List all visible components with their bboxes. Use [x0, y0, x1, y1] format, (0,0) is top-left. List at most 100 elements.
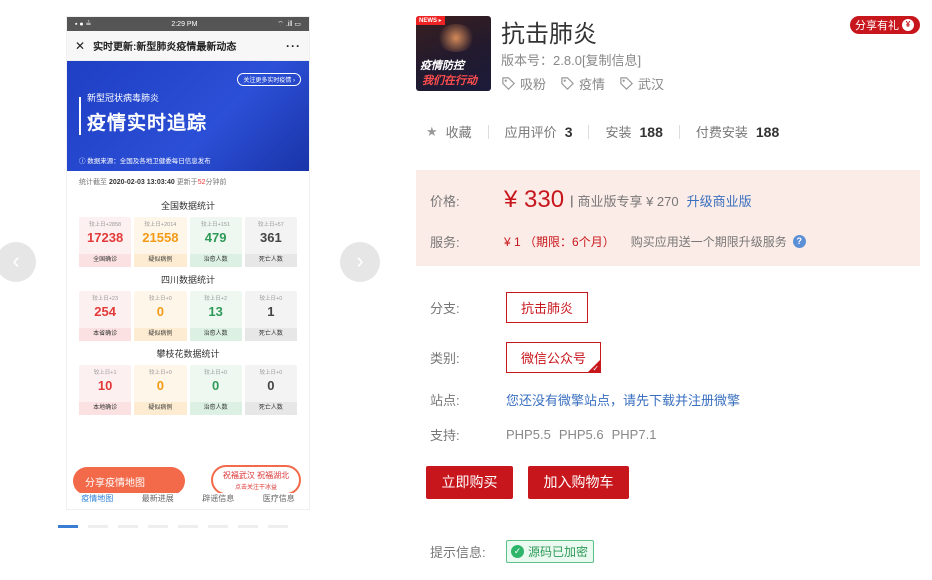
divider: [588, 124, 590, 139]
category-option-label: 微信公众号: [521, 351, 587, 366]
service-description: 购买应用送一个期限升级服务: [630, 235, 787, 249]
stat-value: 0: [156, 378, 164, 393]
stats-section-title: 全国数据统计: [160, 201, 215, 211]
update-stamp: 统计截至 2020-02-03 13:03:40 更新于52分钟前: [67, 171, 309, 193]
service-row: 服务: ¥ 1 （期限：6个月） 购买应用送一个期限升级服务 ?: [430, 232, 806, 251]
site-label: 站点:: [430, 393, 460, 408]
support-row: 支持: PHP5.5 PHP5.6 PHP7.1: [430, 425, 664, 444]
divider: [678, 124, 680, 139]
star-icon[interactable]: ★: [426, 124, 438, 140]
stat-card: 较上日+57 361 死亡人数: [244, 217, 297, 267]
stat-label: 治愈人数: [189, 328, 242, 341]
service-price: ¥ 1 （期限：6个月）: [504, 235, 615, 249]
stat-delta: 较上日+0: [148, 296, 172, 302]
stat-delta: 较上日+1: [93, 370, 117, 376]
site-row: 站点: 您还没有微擎站点，请先下载并注册微擎: [430, 390, 740, 409]
stamp-time: 2020-02-03 13:03:40: [108, 179, 175, 186]
app-icon: NEWS ▸ 疫情防控 我们在行动: [416, 16, 491, 91]
share-map-fab: 分享疫情地图: [73, 467, 185, 495]
share-gift-button[interactable]: 分享有礼 ¥: [850, 16, 920, 34]
stat-card: 较上日+0 1 死亡人数: [244, 291, 297, 341]
php-version: PHP5.6: [558, 427, 604, 442]
price-label: 价格:: [430, 193, 460, 209]
register-site-link[interactable]: 您还没有微擎站点，请先下载并注册微擎: [506, 390, 740, 409]
price-separator: |: [570, 192, 574, 208]
phone-nav-title: 实时更新:新型肺炎疫情最新动态: [93, 42, 237, 53]
icon-text-line-2: 我们在行动: [422, 75, 477, 87]
phone-tab-bar: 疫情地图 最新进展 辟谣信息 医疗信息: [67, 493, 309, 509]
gallery-dot[interactable]: [268, 525, 288, 528]
category-option-selected[interactable]: 微信公众号 ✓: [506, 342, 602, 373]
upgrade-business-link[interactable]: 升级商业版: [687, 191, 752, 210]
stat-card: 较上日+151 479 治愈人数: [189, 217, 242, 267]
stats-section-title: 攀枝花数据统计: [156, 349, 220, 359]
phone-tab-progress: 最新进展: [141, 494, 174, 503]
stat-label: 疑似病例: [134, 402, 187, 415]
status-icons-left: ▪ ● ≟: [75, 21, 92, 28]
gallery-next-button[interactable]: ›: [340, 242, 380, 282]
php-versions: PHP5.5 PHP5.6 PHP7.1: [506, 427, 664, 442]
stats-sections: 全国数据统计 较上日+2858 17238 全国确诊 较上日+2014 21558 疑似病例…: [67, 199, 309, 415]
stat-delta: 较上日+2: [204, 296, 228, 302]
stamp-prefix: 统计截至: [79, 179, 107, 186]
gallery-prev-button[interactable]: ‹: [0, 242, 36, 282]
hero-follow-pill: 关注更多实时疫情 ›: [237, 73, 301, 86]
stat-label: 疑似病例: [134, 254, 187, 267]
stats-row: 较上日+1 10 本地确诊 较上日+0 0 疑似病例 较上日+0 0 治愈人数 较上日+0 0 死亡人…: [67, 365, 309, 415]
copy-info-link[interactable]: [复制信息]: [582, 53, 641, 68]
favorite-link[interactable]: 收藏: [446, 122, 472, 141]
branch-label: 分支:: [430, 301, 460, 316]
divider: [487, 124, 489, 139]
encrypted-badge: ✓ 源码已加密: [506, 540, 595, 563]
gallery-dot[interactable]: [148, 525, 168, 528]
stat-label: 死亡人数: [244, 328, 297, 341]
rating-label[interactable]: 应用评价: [505, 122, 557, 141]
check-circle-icon: ✓: [511, 545, 524, 558]
app-tags: 吸粉 疫情 武汉: [501, 74, 664, 93]
help-icon[interactable]: ?: [792, 235, 806, 248]
stat-value: 479: [204, 230, 227, 245]
tag-item[interactable]: 武汉: [619, 74, 664, 93]
tag-item[interactable]: 疫情: [560, 74, 605, 93]
stat-delta: 较上日+57: [257, 222, 284, 228]
stat-value: 0: [267, 378, 275, 393]
stat-label: 治愈人数: [189, 402, 242, 415]
gallery-dot[interactable]: [58, 525, 78, 528]
gallery-dot[interactable]: [118, 525, 138, 528]
buy-now-button[interactable]: 立即购买: [426, 466, 513, 499]
gallery-dot[interactable]: [208, 525, 228, 528]
stat-delta: 较上日+0: [204, 370, 228, 376]
stat-value: 0: [156, 304, 164, 319]
paid-install-count: 188: [755, 123, 780, 140]
phone-hero-banner: 关注更多实时疫情 › 新型冠状病毒肺炎 疫情实时追踪 ⓘ 数据来源：全国及各地卫…: [67, 61, 309, 171]
stamp-suffix: 分钟前: [205, 179, 227, 186]
stat-label: 本地确诊: [79, 402, 132, 415]
version-label: 版本号：: [501, 53, 554, 68]
stat-label: 全国确诊: [79, 254, 132, 267]
stat-value: 13: [208, 304, 223, 319]
share-map-label: 分享疫情地图: [85, 477, 145, 489]
gallery-dot[interactable]: [178, 525, 198, 528]
phone-status-bar: ▪ ● ≟ 2:29 PM ⌔ .ill ▭: [67, 17, 309, 31]
stat-delta: 较上日+0: [259, 296, 283, 302]
stat-label: 本省确诊: [79, 328, 132, 341]
paid-install-label: 付费安装: [695, 125, 748, 140]
stat-card: 较上日+0 0 疑似病例: [134, 291, 187, 341]
stat-value: 10: [97, 378, 113, 393]
branch-option[interactable]: 抗击肺炎: [506, 292, 589, 323]
tip-label: 提示信息:: [430, 545, 486, 560]
php-version: PHP5.5: [506, 427, 551, 442]
tag-icon: [561, 77, 575, 90]
phone-tab-medical: 医疗信息: [262, 494, 295, 503]
gallery-dot[interactable]: [88, 525, 108, 528]
stat-delta: 较上日+23: [92, 296, 119, 302]
install-label: 安装: [605, 125, 632, 140]
stats-row: 较上日+23 254 本省确诊 较上日+0 0 疑似病例 较上日+2 13 治愈人数 较上日+0 1…: [67, 291, 309, 341]
check-icon: ✓: [592, 364, 600, 373]
app-name: 抗击肺炎: [501, 21, 597, 48]
tag-item[interactable]: 吸粉: [501, 74, 546, 93]
gallery-dot[interactable]: [238, 525, 258, 528]
add-to-cart-button[interactable]: 加入购物车: [528, 466, 629, 499]
stat-value: 0: [212, 378, 220, 393]
category-row: 类别: 微信公众号 ✓: [430, 342, 602, 373]
